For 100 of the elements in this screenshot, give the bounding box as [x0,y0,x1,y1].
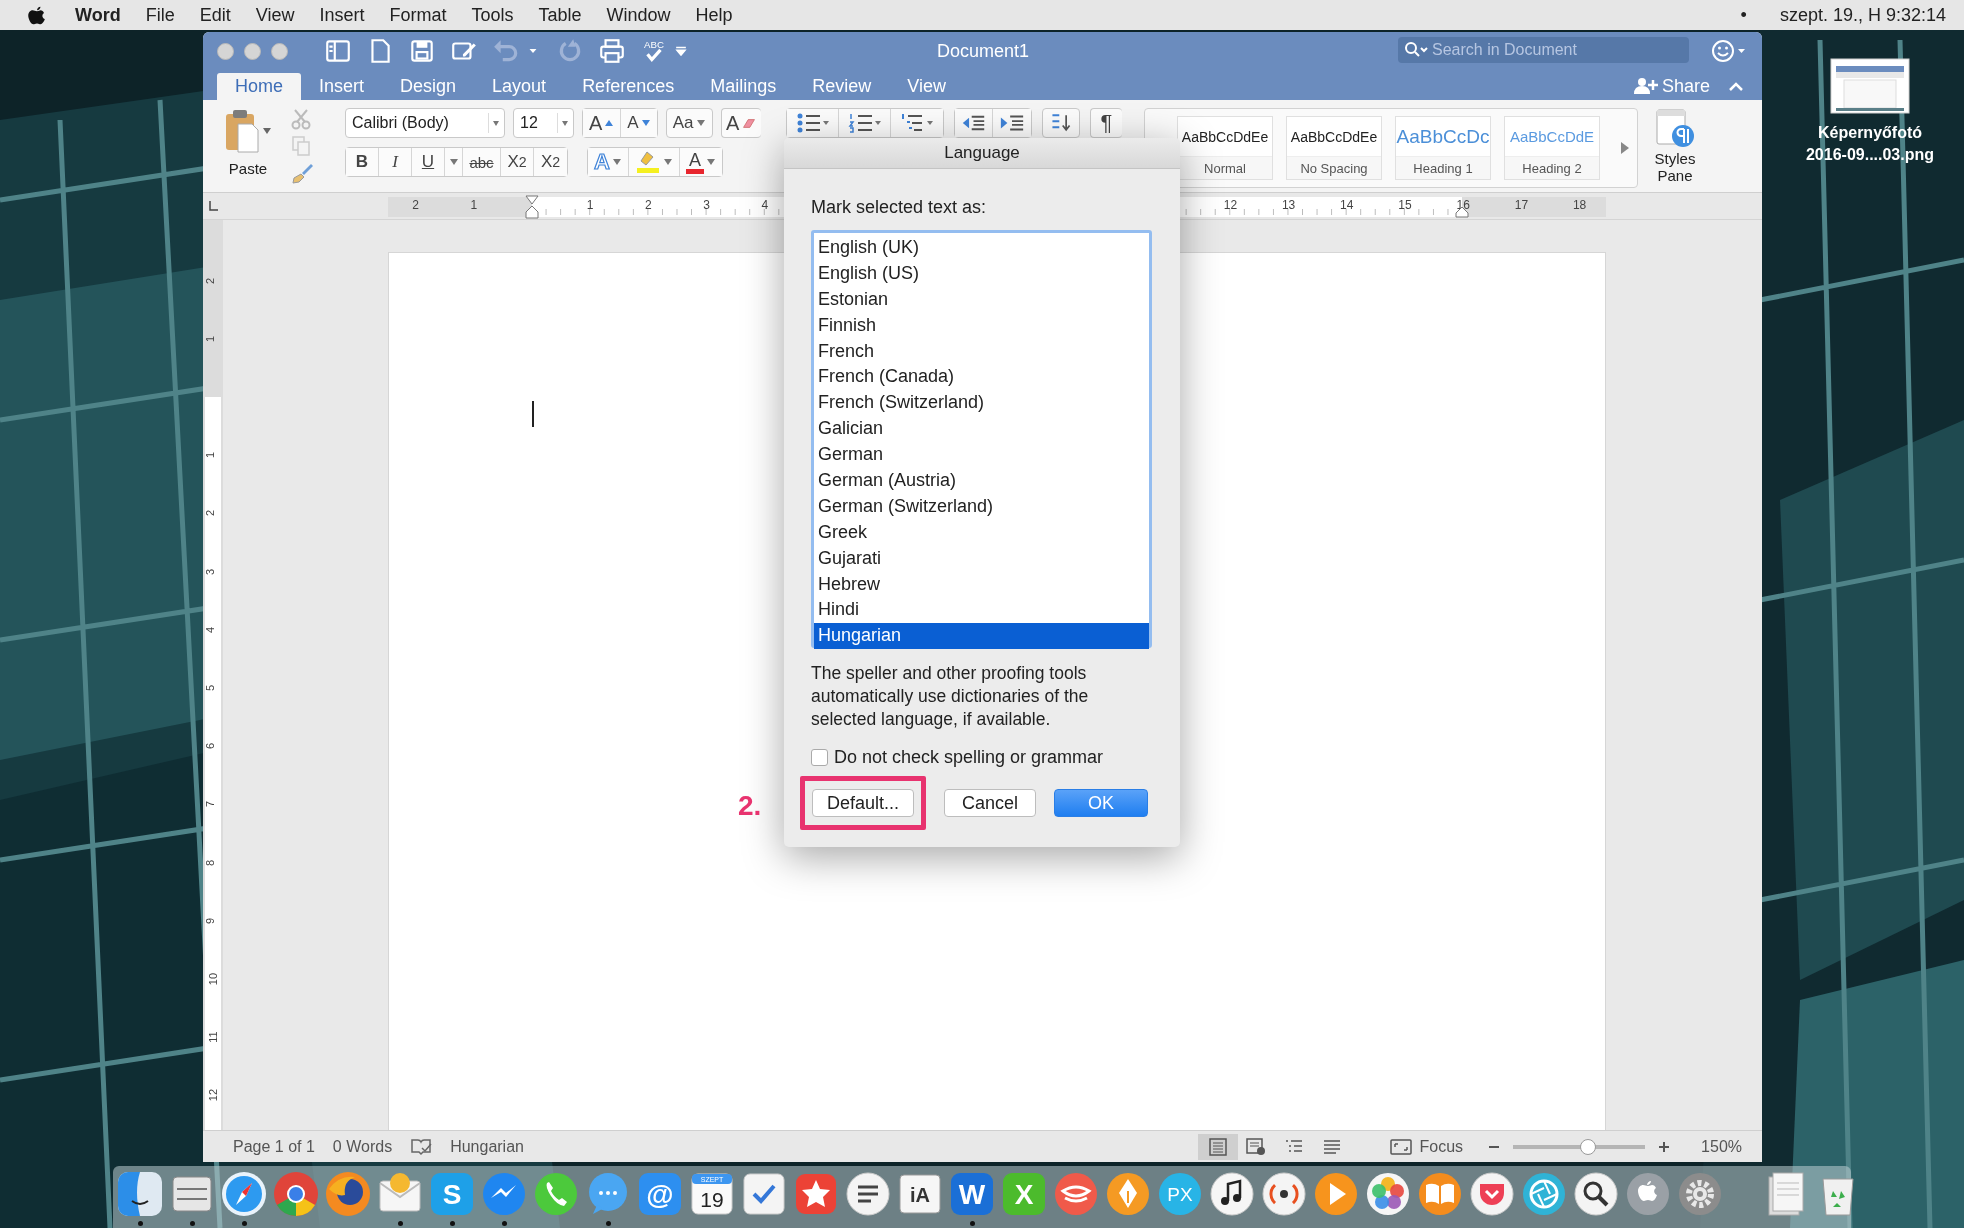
print-icon[interactable] [598,37,626,65]
font-size-field[interactable]: 12 [513,108,574,138]
pocket-icon[interactable] [1467,1169,1517,1219]
caret-icon[interactable] [611,158,622,166]
caret-icon[interactable] [662,158,673,166]
language-option[interactable]: Gujarati [814,545,1149,572]
paste-button[interactable]: Paste [228,160,268,177]
language-option[interactable]: French [814,338,1149,365]
zoom-in-icon[interactable] [1657,1139,1672,1154]
bold-button[interactable]: B [346,148,379,176]
bullets-button[interactable] [787,109,839,137]
menu-item[interactable]: Edit [199,4,231,26]
language-option[interactable]: German (Switzerland) [814,493,1149,520]
split-tile-icon[interactable] [115,1169,165,1219]
text-effects-button[interactable]: A [588,148,629,176]
checkbox-label[interactable]: Do not check spelling or grammar [834,747,1104,768]
zoom-percentage[interactable]: 150% [1701,1137,1742,1156]
clipboard-icon[interactable] [224,108,260,154]
search-field[interactable]: Search in Document [1398,37,1689,63]
dialog-button[interactable]: Cancel [944,789,1037,817]
menu-item[interactable]: Window [606,4,671,26]
focus-frame-icon[interactable] [1389,1138,1412,1155]
language-option[interactable]: English (UK) [814,235,1149,261]
proofing-icon[interactable] [410,1137,433,1156]
bullet-list-icon[interactable] [795,112,830,134]
caret-icon[interactable] [448,158,459,166]
close-button[interactable] [217,42,234,60]
language-option[interactable]: German (Austria) [814,468,1149,494]
style-tile[interactable]: AaBbCcDc Heading 1 [1395,116,1491,180]
style-tile[interactable]: AaBbCcDdE Heading 2 [1504,116,1600,180]
menu-item[interactable]: Table [538,4,582,26]
language-option[interactable]: German [814,442,1149,468]
music-note-icon[interactable] [1207,1169,1257,1219]
status-indicator[interactable]: • [1740,4,1747,26]
numbered-list-icon[interactable] [847,112,882,134]
menu-item[interactable]: Format [389,4,447,26]
font-field[interactable]: Calibri (Body) [345,108,505,138]
smiley-icon[interactable] [1711,39,1747,63]
ribbon-tab[interactable]: Home [217,73,301,100]
gallery-next-icon[interactable] [1619,140,1631,156]
arrow-down-icon[interactable] [640,119,651,127]
menu-item[interactable]: File [145,4,175,26]
dialog-button[interactable]: Default... [812,789,915,817]
clear-formatting-button[interactable]: A [720,108,761,138]
language-option[interactable]: Hindi [814,597,1149,624]
change-case-button[interactable]: Aa [665,108,713,138]
apple-icon[interactable] [28,4,46,26]
language-option[interactable]: Greek [814,519,1149,546]
add-person-icon[interactable] [1633,77,1658,95]
broadcast-icon[interactable] [1259,1169,1309,1219]
language-option[interactable]: Estonian [814,286,1149,313]
sidebar-icon[interactable] [324,37,352,65]
caret-icon[interactable] [262,127,272,135]
language-status[interactable]: Hungarian [450,1137,524,1156]
highlighter-icon[interactable] [634,150,661,174]
menu-item[interactable]: Help [695,4,733,26]
multilevel-list-icon[interactable] [900,112,934,134]
language-option[interactable]: French (Canada) [814,364,1149,391]
globe-icon[interactable] [323,1169,373,1219]
focus-button[interactable]: Focus [1383,1136,1470,1157]
show-formatting-button[interactable]: ¶ [1090,108,1122,138]
grow-font-button[interactable]: A [583,109,622,137]
styles-pane-button[interactable]: Styles Pane [1649,150,1701,184]
zoom-button[interactable] [271,42,288,60]
indent-marker-icon[interactable] [525,195,539,219]
search-icon[interactable] [1571,1169,1621,1219]
web-page-icon[interactable] [1245,1137,1266,1156]
style-tile[interactable]: AaBbCcDdEe Normal [1177,116,1273,180]
file-name[interactable]: Képernyőfotó 2016-09....03.png [1797,122,1943,166]
paintbrush-icon[interactable] [291,162,315,184]
style-tile[interactable]: AaBbCcDdEe No Spacing [1286,116,1382,180]
sort-icon[interactable] [1049,112,1073,134]
caret-icon[interactable] [705,158,716,166]
tricolor-circle-icon[interactable] [271,1169,321,1219]
clock[interactable]: szept. 19., H 9:32:14 [1779,4,1946,26]
language-list[interactable]: English (UK) English (US) Estonian Finnish French French (Canada) French (Switzerland) Galician German German (Austria) German (Switzerland) Greek Gujarati Hebrew Hindi Hungarian [811,230,1152,648]
app-menu[interactable]: Word [75,4,121,26]
menu-item[interactable]: View [255,4,295,26]
tab-stop-icon[interactable] [207,200,219,212]
file-thumbnail-icon[interactable] [1830,58,1910,114]
language-option[interactable]: Hebrew [814,571,1149,598]
checkbox[interactable] [811,749,828,766]
indent-icon[interactable] [999,113,1025,133]
arrow-up-icon[interactable] [604,119,615,127]
page-lines-icon[interactable] [1207,1137,1228,1156]
print-layout-button[interactable] [1197,1133,1238,1160]
minimize-button[interactable] [244,42,261,60]
compass-icon[interactable] [219,1169,269,1219]
collapse-ribbon-icon[interactable] [1728,80,1744,92]
outdent-icon[interactable] [961,113,986,133]
language-option[interactable]: Finnish [814,312,1149,339]
caret-icon[interactable] [695,119,706,127]
language-option[interactable]: Galician [814,416,1149,443]
menu-item[interactable]: Insert [319,4,365,26]
language-option[interactable]: English (US) [814,260,1149,287]
eraser-icon[interactable] [742,117,757,129]
save-icon[interactable] [408,37,436,65]
zoom-slider-thumb[interactable] [1580,1138,1597,1155]
styles-pane-icon[interactable] [1655,108,1695,150]
page-count[interactable]: Page 1 of 1 [233,1137,315,1156]
